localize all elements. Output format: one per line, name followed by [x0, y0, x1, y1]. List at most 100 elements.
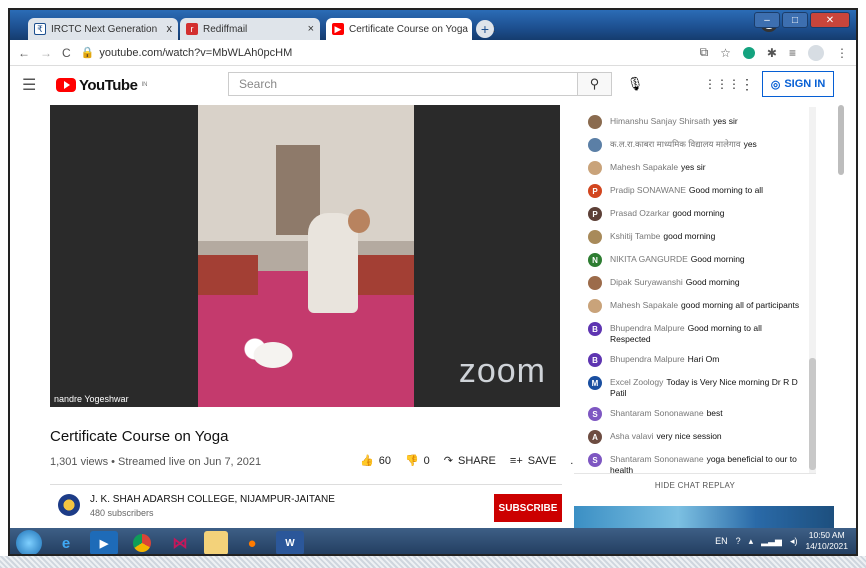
language-indicator[interactable]: EN — [715, 536, 728, 546]
tab-irctc[interactable]: ₹ IRCTC Next Generation eTicketin x — [28, 18, 178, 40]
search-button[interactable]: ⚲ — [578, 72, 612, 96]
youtube-logo[interactable]: YouTube IN — [56, 77, 147, 94]
start-button-icon[interactable] — [16, 530, 42, 554]
chat-message-body: Asha valavi very nice session — [610, 430, 722, 442]
chat-author-name[interactable]: Bhupendra Malpure — [610, 323, 685, 333]
channel-subscribers: 480 subscribers — [90, 508, 154, 518]
channel-avatar[interactable] — [58, 494, 80, 516]
youtube-logo-text: YouTube — [79, 76, 138, 94]
tab-close-icon[interactable]: × — [308, 23, 314, 35]
chat-author-avatar[interactable] — [588, 276, 602, 290]
word-icon[interactable]: W — [276, 531, 304, 554]
chat-author-avatar[interactable] — [588, 161, 602, 175]
new-tab-button[interactable]: + — [476, 20, 494, 38]
bowtie-app-icon[interactable]: ⋈ — [166, 531, 194, 554]
chat-author-name[interactable]: Mahesh Sapakale — [610, 162, 678, 172]
youtube-apps-icon[interactable]: ⋮⋮⋮ — [704, 77, 740, 91]
chat-message-body: Himanshu Sanjay Shirsath yes sir — [610, 115, 738, 127]
sign-in-label: SIGN IN — [784, 78, 826, 90]
close-window-icon[interactable]: ✕ — [810, 12, 850, 28]
tab-close-icon[interactable]: x — [167, 23, 173, 35]
page-scrollbar-thumb[interactable] — [838, 105, 844, 175]
help-icon[interactable]: ? — [736, 536, 741, 546]
chat-author-name[interactable]: Prasad Ozarkar — [610, 208, 670, 218]
back-icon[interactable]: ← — [18, 46, 30, 60]
hide-chat-replay-button[interactable]: HIDE CHAT REPLAY — [574, 473, 816, 497]
chrome-menu-icon[interactable]: ⋮ — [836, 46, 848, 60]
voice-search-button[interactable]: 🎙 — [624, 73, 646, 95]
chat-author-avatar[interactable]: B — [588, 353, 602, 367]
chat-author-name[interactable]: Himanshu Sanjay Shirsath — [610, 116, 710, 126]
chat-message-body: क.ल.रा.काबरा माध्यमिक विद्यालय मालेगाव ye… — [610, 138, 757, 150]
video-player[interactable]: zoom nandre Yogeshwar — [50, 105, 560, 407]
channel-name[interactable]: J. K. SHAH ADARSH COLLEGE, NIJAMPUR-JAIT… — [90, 494, 335, 505]
internet-explorer-icon[interactable]: e — [52, 531, 80, 554]
chat-author-name[interactable]: Kshitij Tambe — [610, 231, 660, 241]
clock[interactable]: 10:50 AM 14/10/2021 — [805, 530, 848, 552]
search-input[interactable]: Search — [228, 72, 578, 96]
tab-youtube-active[interactable]: ▶ Certificate Course on Yoga ◂) x — [326, 18, 495, 40]
chat-author-avatar[interactable]: B — [588, 322, 602, 336]
chat-author-avatar[interactable] — [588, 115, 602, 129]
recommended-video-thumbnail[interactable] — [574, 506, 834, 528]
chat-author-name[interactable]: Mahesh Sapakale — [610, 300, 678, 310]
settings-more-icon[interactable]: ⋮ — [740, 76, 754, 93]
tab-rediffmail[interactable]: r Rediffmail × — [180, 18, 320, 40]
subscribe-button[interactable]: SUBSCRIBE — [494, 494, 562, 522]
minimize-icon[interactable]: ‒ — [754, 12, 780, 28]
profile-avatar-icon[interactable] — [808, 44, 824, 61]
window-controls: ‒ □ ✕ — [754, 12, 850, 28]
chat-author-name[interactable]: क.ल.रा.काबरा माध्यमिक विद्यालय मालेगाव — [610, 139, 741, 149]
chat-message: M Excel Zoology Today is Very Nice morning… — [574, 372, 814, 403]
share-button[interactable]: ↷ SHARE — [444, 454, 496, 468]
chat-author-name[interactable]: Excel Zoology — [610, 377, 663, 387]
chrome-icon[interactable] — [128, 531, 156, 554]
chat-author-avatar[interactable] — [588, 230, 602, 244]
save-button[interactable]: ≡+ SAVE — [510, 455, 556, 467]
chat-author-name[interactable]: NIKITA GANGURDE — [610, 254, 688, 264]
chat-scrollbar-thumb[interactable] — [809, 358, 816, 470]
irctc-favicon-icon: ₹ — [34, 23, 46, 35]
chat-author-name[interactable]: Dipak Suryawanshi — [610, 277, 683, 287]
chat-author-avatar[interactable] — [588, 299, 602, 313]
bookmark-star-icon[interactable]: ☆ — [720, 46, 731, 60]
hamburger-menu-icon[interactable]: ☰ — [22, 75, 48, 95]
chat-author-name[interactable]: Pradip SONAWANE — [610, 185, 686, 195]
chat-author-avatar[interactable]: P — [588, 184, 602, 198]
volume-icon[interactable]: ◂) — [790, 536, 798, 547]
url-field[interactable]: 🔒 youtube.com/watch?v=MbWLAh0pcHM — [81, 46, 293, 60]
mic-icon: 🎙 — [626, 76, 644, 91]
browser-tab-strip: ₹ IRCTC Next Generation eTicketin x r Re… — [10, 10, 856, 40]
clock-time: 10:50 AM — [808, 530, 845, 540]
like-button[interactable]: 👍 60 — [360, 454, 391, 468]
firefox-icon[interactable]: ● — [238, 531, 266, 554]
chat-message: B Bhupendra Malpure Good morning to all Re… — [574, 318, 814, 349]
maximize-icon[interactable]: □ — [782, 12, 808, 28]
chat-author-avatar[interactable]: N — [588, 253, 602, 267]
video-actions: 👍60 👎0 ↷SHARE ≡+SAVE ... — [360, 454, 579, 468]
chat-message-body: Pradip SONAWANE Good morning to all — [610, 184, 763, 196]
chat-author-avatar[interactable] — [588, 138, 602, 152]
chat-author-name[interactable]: Shantaram Sononawane — [610, 454, 704, 464]
dislike-button[interactable]: 👎 0 — [405, 454, 430, 468]
chat-author-avatar[interactable]: S — [588, 453, 602, 467]
install-app-icon[interactable]: ⧉ — [700, 45, 709, 60]
forward-icon[interactable]: → — [40, 46, 52, 60]
chat-author-name[interactable]: Asha valavi — [610, 431, 653, 441]
sign-in-button[interactable]: ◎ SIGN IN — [762, 71, 834, 97]
extensions-puzzle-icon[interactable]: ✱ — [767, 46, 777, 60]
reading-list-icon[interactable]: ≡ — [789, 46, 796, 60]
media-player-icon[interactable]: ▶ — [90, 531, 118, 554]
chat-author-avatar[interactable]: P — [588, 207, 602, 221]
extension-icon[interactable] — [742, 46, 755, 59]
chat-author-avatar[interactable]: S — [588, 407, 602, 421]
chat-author-name[interactable]: Bhupendra Malpure — [610, 354, 685, 364]
chat-author-avatar[interactable]: M — [588, 376, 602, 390]
signal-icon[interactable]: ▂▃▅ — [761, 536, 782, 547]
file-explorer-icon[interactable] — [204, 531, 228, 554]
reload-icon[interactable]: C — [62, 46, 71, 60]
chat-author-name[interactable]: Shantaram Sononawane — [610, 408, 704, 418]
chat-author-avatar[interactable]: A — [588, 430, 602, 444]
tray-arrow-icon[interactable]: ▴ — [749, 536, 754, 547]
chat-message-body: NIKITA GANGURDE Good morning — [610, 253, 745, 265]
